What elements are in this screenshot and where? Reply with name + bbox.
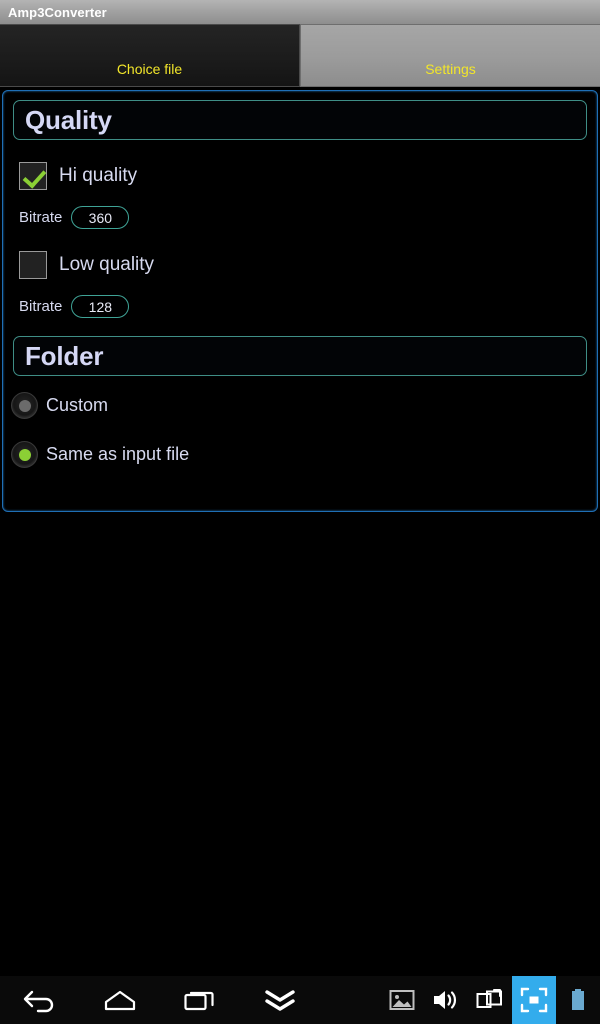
folder-header-label: Folder xyxy=(25,340,104,371)
volume-icon xyxy=(434,991,457,1009)
low-quality-checkbox[interactable] xyxy=(19,251,47,279)
system-navigation-bar xyxy=(0,976,600,1024)
home-button[interactable] xyxy=(80,976,160,1024)
system-buttons-group xyxy=(380,976,600,1024)
low-quality-bitrate-label: Bitrate xyxy=(19,298,63,315)
low-quality-label: Low quality xyxy=(59,254,155,275)
folder-custom-radio[interactable] xyxy=(11,392,38,419)
recents-button[interactable] xyxy=(160,976,240,1024)
cast-screen-button[interactable] xyxy=(468,976,512,1024)
back-button[interactable] xyxy=(0,976,80,1024)
folder-custom-row[interactable]: Custom xyxy=(11,392,597,419)
folder-same-as-input-radio[interactable] xyxy=(11,441,38,468)
folder-custom-label: Custom xyxy=(46,395,109,415)
volume-button[interactable] xyxy=(424,976,468,1024)
low-quality-row[interactable]: Low quality xyxy=(19,251,597,279)
folder-same-as-input-row[interactable]: Same as input file xyxy=(11,441,597,468)
folder-section-header: Folder xyxy=(13,336,587,376)
hi-quality-label: Hi quality xyxy=(59,165,138,186)
quality-section-header: Quality xyxy=(13,100,587,140)
hi-quality-bitrate-input[interactable]: 360 xyxy=(71,206,130,229)
hide-navbar-button[interactable] xyxy=(240,976,320,1024)
app-title: Amp3Converter xyxy=(8,4,107,20)
low-quality-bitrate-input[interactable]: 128 xyxy=(71,295,130,318)
radio-dot-icon xyxy=(18,448,31,461)
tab-bar: Choice file Settings xyxy=(0,24,600,88)
tab-choice-file-label: Choice file xyxy=(116,61,183,77)
settings-panel: Quality Hi quality Bitrate 360 Low quali… xyxy=(2,90,598,512)
tab-settings[interactable]: Settings xyxy=(300,24,600,87)
fullscreen-icon xyxy=(520,987,548,1013)
image-icon xyxy=(389,990,415,1010)
hi-quality-bitrate-row: Bitrate 360 xyxy=(19,206,597,229)
low-quality-bitrate-row: Bitrate 128 xyxy=(19,295,597,318)
radio-dot-icon xyxy=(18,399,31,412)
recents-icon xyxy=(184,991,214,1011)
tab-settings-label: Settings xyxy=(425,61,476,77)
quality-header-label: Quality xyxy=(25,104,112,135)
title-bar: Amp3Converter xyxy=(0,0,600,24)
chevron-double-down-icon xyxy=(265,990,295,1011)
battery-icon xyxy=(572,989,584,1010)
battery-indicator[interactable] xyxy=(556,976,600,1024)
cast-screen-icon xyxy=(476,989,502,1008)
gallery-button[interactable] xyxy=(380,976,424,1024)
hi-quality-checkbox[interactable] xyxy=(19,162,47,190)
app-screen: Amp3Converter Choice file Settings Quali… xyxy=(0,0,600,1024)
fullscreen-button[interactable] xyxy=(512,976,556,1024)
tab-choice-file[interactable]: Choice file xyxy=(0,24,300,87)
home-icon xyxy=(104,990,136,1011)
back-arrow-icon xyxy=(23,990,54,1013)
folder-same-as-input-label: Same as input file xyxy=(46,444,190,464)
nav-buttons-group xyxy=(0,976,320,1024)
hi-quality-row[interactable]: Hi quality xyxy=(19,162,597,190)
hi-quality-bitrate-label: Bitrate xyxy=(19,209,63,226)
